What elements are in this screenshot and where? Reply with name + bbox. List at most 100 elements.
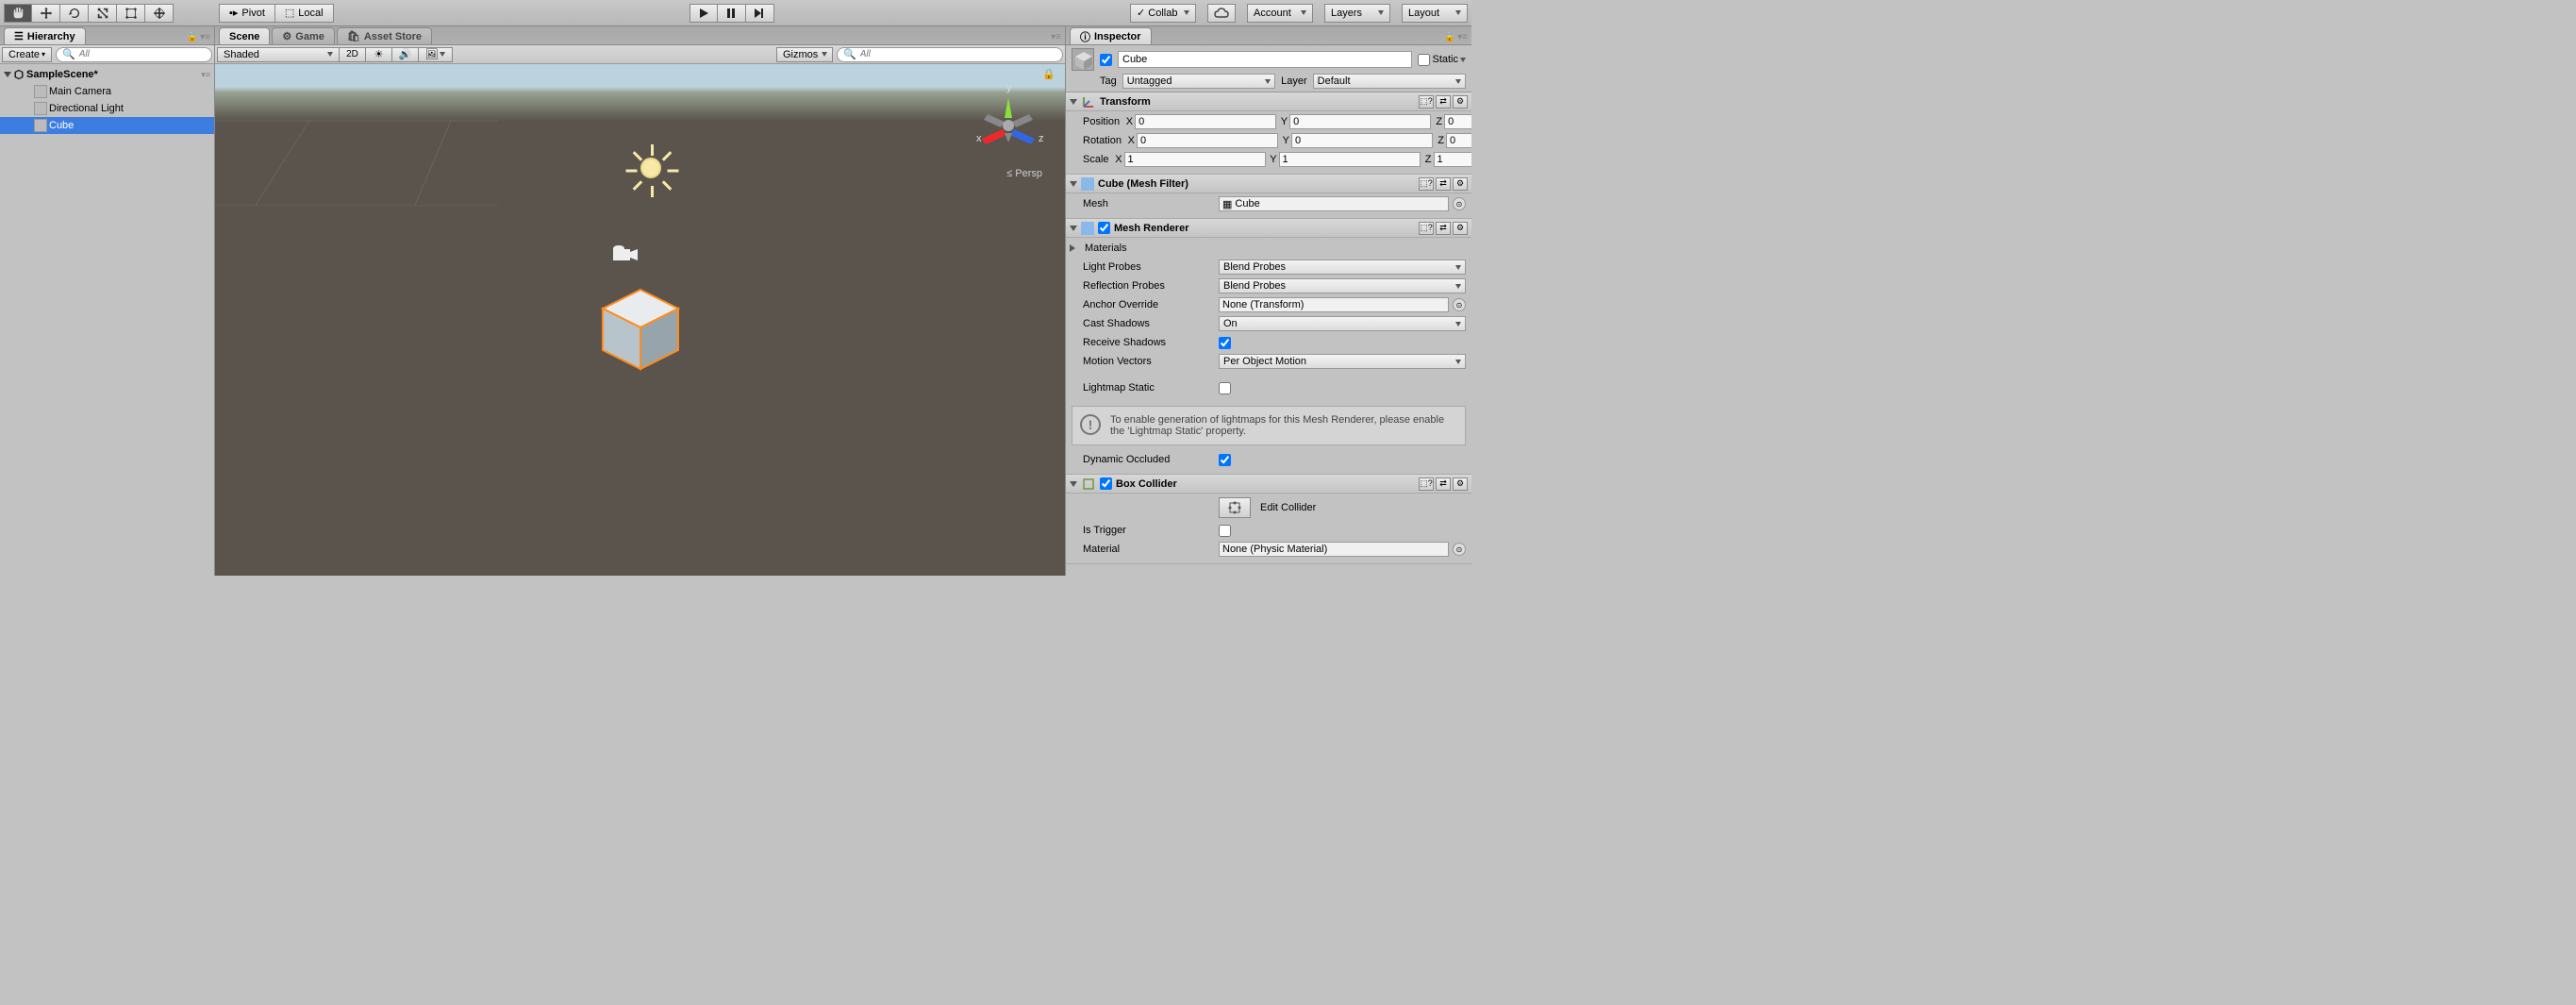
game-tab[interactable]: ⚙Game xyxy=(272,27,334,44)
scl-z-input[interactable] xyxy=(1434,152,1471,167)
layers-dropdown[interactable]: Layers xyxy=(1324,4,1390,23)
reflection-probes-dropdown[interactable]: Blend Probes xyxy=(1219,278,1466,293)
anchor-override-field[interactable]: None (Transform) xyxy=(1219,297,1449,312)
hierarchy-tab[interactable]: ☰ Hierarchy xyxy=(4,27,86,44)
cast-shadows-dropdown[interactable]: On xyxy=(1219,316,1466,331)
preset-button[interactable]: ⇄ xyxy=(1436,222,1451,235)
layout-dropdown[interactable]: Layout xyxy=(1402,4,1468,23)
scene-viewport[interactable]: x y z 🔒 ≤Persp xyxy=(215,64,1065,576)
audio-toggle[interactable]: 🔊 xyxy=(392,47,419,62)
scene-menu-icon[interactable]: ▾≡ xyxy=(201,70,210,80)
static-dropdown[interactable] xyxy=(1460,58,1466,62)
mesh-object-field[interactable]: ▦Cube xyxy=(1219,196,1449,211)
scene-row[interactable]: SampleScene* ▾≡ xyxy=(0,66,214,83)
rot-y-input[interactable] xyxy=(1291,133,1433,148)
asset-store-tab[interactable]: 🛍Asset Store xyxy=(337,27,432,44)
help-button[interactable]: ⬚? xyxy=(1419,222,1434,235)
lightmap-static-checkbox[interactable] xyxy=(1219,382,1231,394)
lightmap-static-label: Lightmap Static xyxy=(1083,382,1215,394)
local-toggle-button[interactable]: ⬚Local xyxy=(275,4,334,23)
transform-tool-button[interactable] xyxy=(145,4,174,23)
shading-mode-dropdown[interactable]: Shaded xyxy=(217,47,340,62)
pivot-toggle-button[interactable]: ▪▸Pivot xyxy=(219,4,275,23)
object-picker-button[interactable]: ⊙ xyxy=(1453,197,1466,210)
hierarchy-icon: ☰ xyxy=(14,30,24,42)
lock-icon[interactable]: 🔒 xyxy=(187,32,198,42)
scl-y-input[interactable] xyxy=(1279,152,1421,167)
step-button[interactable] xyxy=(746,4,774,23)
projection-label[interactable]: ≤Persp xyxy=(1006,168,1042,179)
dynamic-occluded-checkbox[interactable] xyxy=(1219,454,1231,466)
lighting-toggle[interactable]: ☀ xyxy=(366,47,392,62)
pause-button[interactable] xyxy=(718,4,746,23)
object-picker-button[interactable]: ⊙ xyxy=(1453,543,1466,556)
layer-dropdown[interactable]: Default xyxy=(1313,74,1466,89)
rot-x-input[interactable] xyxy=(1137,133,1278,148)
help-button[interactable]: ⬚? xyxy=(1419,477,1434,491)
inspector-tab[interactable]: ⓘ Inspector xyxy=(1070,27,1152,44)
pos-y-input[interactable] xyxy=(1289,114,1431,129)
fold-icon[interactable] xyxy=(1070,181,1077,187)
preset-button[interactable]: ⇄ xyxy=(1436,95,1451,109)
object-picker-button[interactable]: ⊙ xyxy=(1453,298,1466,311)
edit-collider-button[interactable] xyxy=(1219,497,1251,518)
tag-dropdown[interactable]: Untagged xyxy=(1122,74,1275,89)
scene-tab[interactable]: Scene xyxy=(219,27,270,44)
scale-tool-button[interactable] xyxy=(89,4,117,23)
static-checkbox[interactable] xyxy=(1418,54,1430,66)
move-tool-button[interactable] xyxy=(32,4,60,23)
light-gizmo[interactable] xyxy=(623,140,679,196)
is-trigger-checkbox[interactable] xyxy=(1219,525,1231,537)
help-button[interactable]: ⬚? xyxy=(1419,95,1434,109)
receive-shadows-checkbox[interactable] xyxy=(1219,337,1231,349)
mesh-renderer-enable-checkbox[interactable] xyxy=(1098,222,1110,234)
context-menu-button[interactable]: ⚙ xyxy=(1453,222,1468,235)
fx-toggle[interactable]: 🖼 xyxy=(419,47,453,62)
fold-icon[interactable] xyxy=(1070,226,1077,231)
gameobject-icon-picker[interactable] xyxy=(1072,48,1094,71)
preset-button[interactable]: ⇄ xyxy=(1436,477,1451,491)
account-dropdown[interactable]: Account xyxy=(1247,4,1313,23)
active-checkbox[interactable] xyxy=(1100,54,1112,66)
collab-dropdown[interactable]: ✓ Collab xyxy=(1130,4,1196,23)
panel-menu-icon[interactable]: ▾≡ xyxy=(200,32,210,42)
2d-toggle[interactable]: 2D xyxy=(340,47,366,62)
pos-x-input[interactable] xyxy=(1135,114,1276,129)
hand-tool-button[interactable] xyxy=(4,4,32,23)
rot-z-input[interactable] xyxy=(1446,133,1471,148)
hierarchy-item-selected[interactable]: Cube xyxy=(0,117,214,134)
panel-menu-icon[interactable]: ▾≡ xyxy=(1457,32,1468,42)
help-button[interactable]: ⬚? xyxy=(1419,177,1434,191)
selected-object-cube[interactable] xyxy=(593,282,688,377)
context-menu-button[interactable]: ⚙ xyxy=(1453,177,1468,191)
pos-z-input[interactable] xyxy=(1444,114,1471,129)
rect-tool-button[interactable] xyxy=(117,4,145,23)
fold-icon[interactable] xyxy=(1070,99,1077,105)
hierarchy-item[interactable]: Main Camera xyxy=(0,83,214,100)
motion-vectors-dropdown[interactable]: Per Object Motion xyxy=(1219,354,1466,369)
play-button[interactable] xyxy=(690,4,718,23)
collider-material-field[interactable]: None (Physic Material) xyxy=(1219,542,1449,557)
orientation-gizmo[interactable]: x y z xyxy=(971,83,1046,159)
scl-x-input[interactable] xyxy=(1124,152,1266,167)
hierarchy-search-input[interactable]: 🔍 xyxy=(56,47,212,62)
preset-button[interactable]: ⇄ xyxy=(1436,177,1451,191)
hierarchy-item[interactable]: Directional Light xyxy=(0,100,214,117)
gizmos-dropdown[interactable]: Gizmos xyxy=(776,47,833,62)
scene-search-input[interactable]: 🔍 xyxy=(837,47,1063,62)
box-collider-enable-checkbox[interactable] xyxy=(1100,477,1112,490)
lock-icon[interactable]: 🔒 xyxy=(1444,32,1455,42)
name-input[interactable] xyxy=(1118,51,1412,68)
expand-icon[interactable] xyxy=(4,72,11,77)
gizmo-lock-icon[interactable]: 🔒 xyxy=(1042,68,1055,80)
context-menu-button[interactable]: ⚙ xyxy=(1453,477,1468,491)
camera-gizmo[interactable] xyxy=(611,243,640,273)
light-probes-dropdown[interactable]: Blend Probes xyxy=(1219,260,1466,275)
cloud-button[interactable] xyxy=(1207,4,1236,23)
rotate-tool-button[interactable] xyxy=(60,4,89,23)
fold-icon[interactable] xyxy=(1070,244,1075,252)
panel-menu-icon[interactable]: ▾≡ xyxy=(1051,32,1061,42)
context-menu-button[interactable]: ⚙ xyxy=(1453,95,1468,109)
fold-icon[interactable] xyxy=(1070,481,1077,487)
create-dropdown[interactable]: Create▾ xyxy=(2,47,52,62)
